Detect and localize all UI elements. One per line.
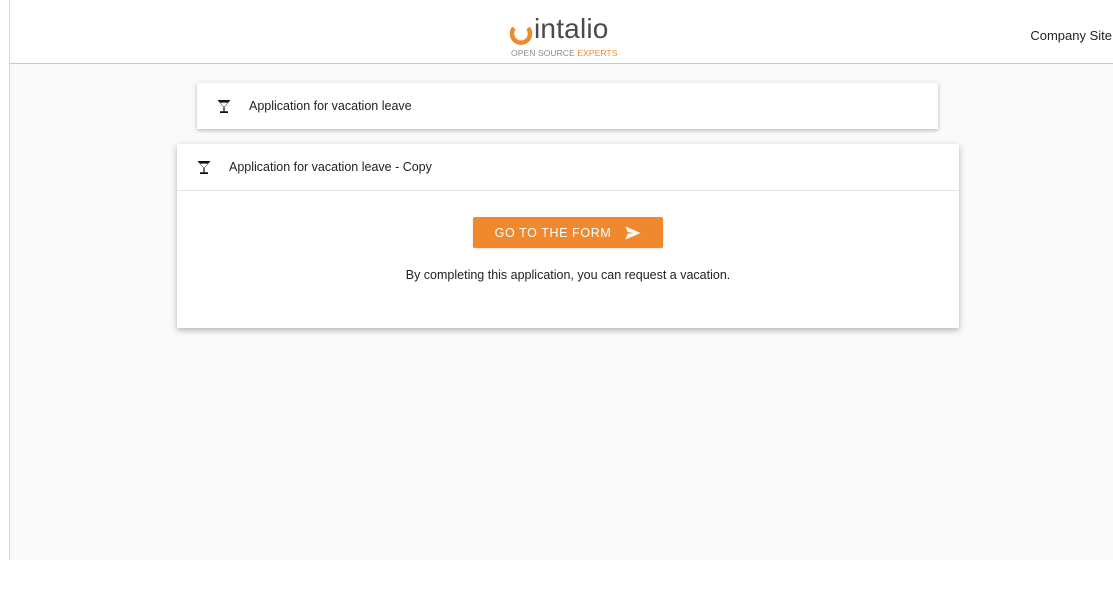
cocktail-glass-icon [197,161,211,174]
cocktail-glass-icon [217,100,231,113]
go-to-form-label: GO TO THE FORM [494,225,612,240]
app-frame: intalio OPEN SOURCE EXPERTS Company Site… [9,0,1113,560]
card-header[interactable]: Application for vacation leave - Copy [177,144,959,191]
logo-wordmark: intalio [534,13,609,44]
form-card-expanded: Application for vacation leave - Copy GO… [177,144,959,328]
intalio-logo-mark-icon [509,26,533,45]
company-site-link[interactable]: Company Site [1030,28,1112,43]
logo-tagline: OPEN SOURCE EXPERTS [511,48,618,58]
card-header[interactable]: Application for vacation leave [197,83,938,129]
form-card-collapsed[interactable]: Application for vacation leave [197,83,938,129]
go-to-form-button[interactable]: GO TO THE FORM [473,217,663,248]
card-body: GO TO THE FORM By completing this applic… [177,191,959,328]
card-title: Application for vacation leave [249,99,412,113]
logo-tagline-accent: EXPERTS [577,48,618,58]
card-title: Application for vacation leave - Copy [229,160,432,174]
top-bar: intalio OPEN SOURCE EXPERTS Company Site [10,0,1113,64]
card-description: By completing this application, you can … [405,268,731,282]
send-arrow-icon [625,226,641,239]
logo-tagline-left: OPEN SOURCE [511,48,578,58]
intalio-logo[interactable]: intalio OPEN SOURCE EXPERTS [509,13,629,61]
